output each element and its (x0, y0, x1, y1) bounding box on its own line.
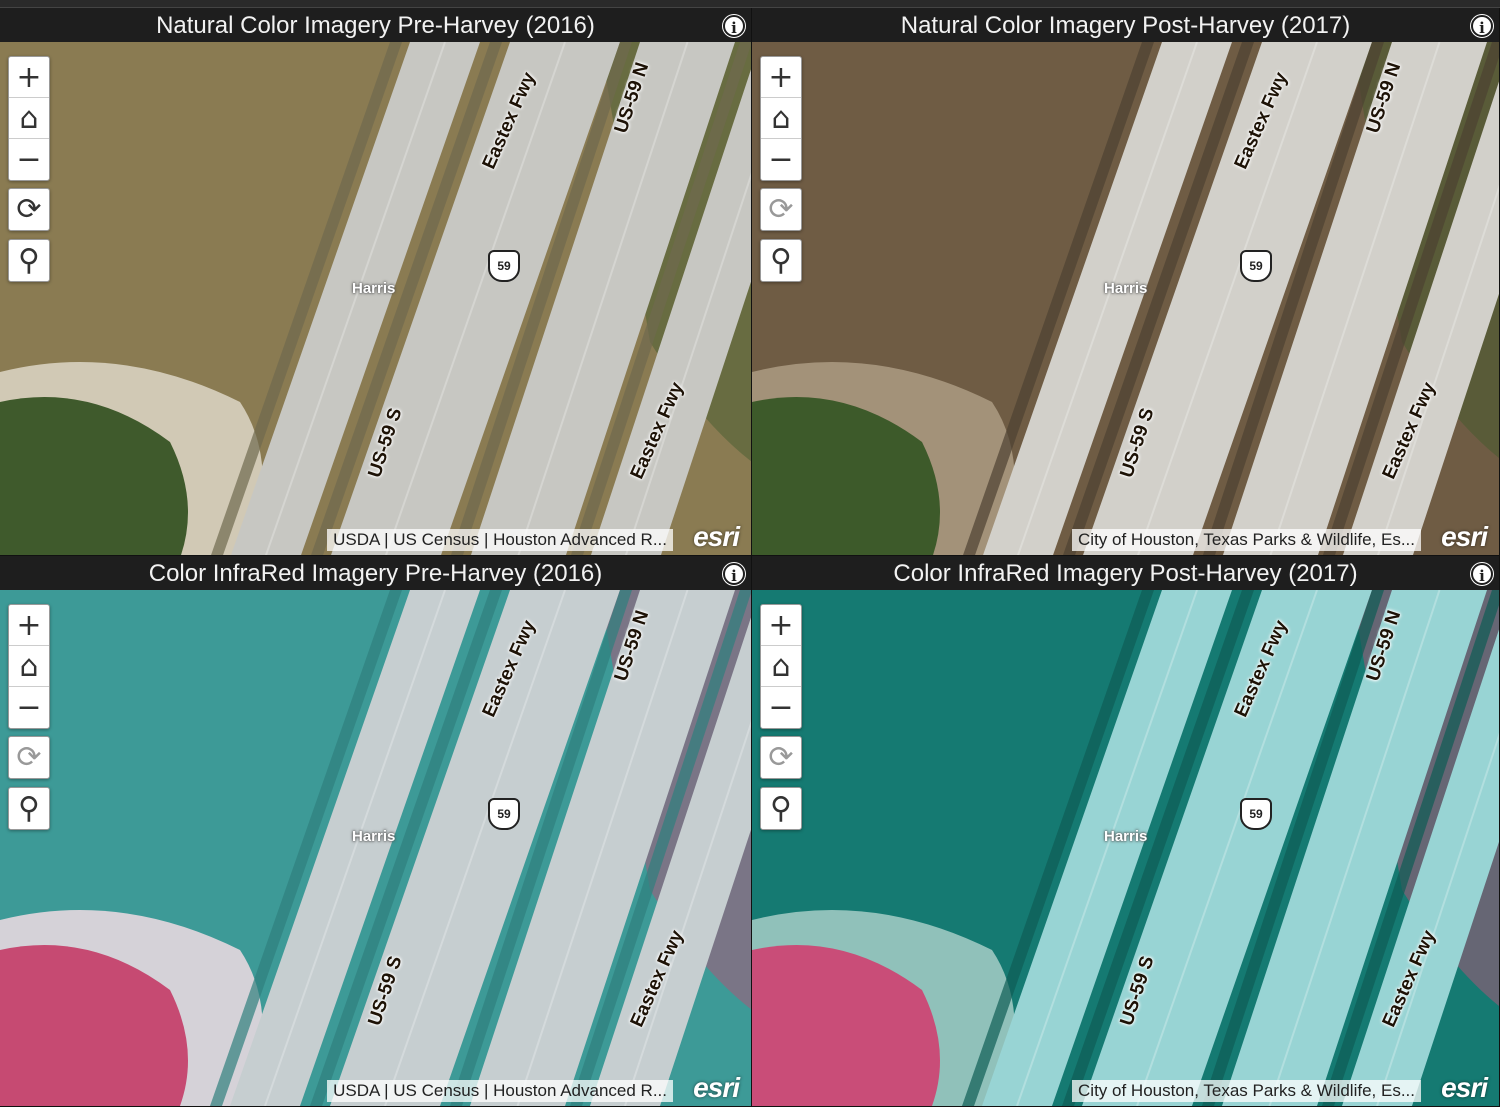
info-icon[interactable]: i (1471, 563, 1493, 585)
route-shield-59: 59 (1240, 798, 1272, 830)
search-button[interactable]: ⚲ (9, 240, 49, 281)
home-button[interactable]: ⌂ (761, 646, 801, 687)
zoom-out-button[interactable]: − (761, 687, 801, 728)
esri-logo[interactable]: esri (693, 521, 740, 553)
search-button[interactable]: ⚲ (761, 240, 801, 281)
search-control: ⚲ (8, 787, 50, 830)
refresh-button[interactable]: ⟳ (761, 737, 801, 778)
map-pane: Color InfraRed Imagery Pre-Harvey (2016)… (0, 556, 752, 1107)
info-icon[interactable]: i (723, 15, 745, 37)
map-comparison-grid: Natural Color Imagery Pre-Harvey (2016) … (0, 8, 1500, 1107)
search-button[interactable]: ⚲ (761, 788, 801, 829)
info-icon[interactable]: i (723, 563, 745, 585)
map-attribution[interactable]: USDA | US Census | Houston Advanced R... (327, 1080, 673, 1102)
map-view[interactable]: Harris 59 Eastex Fwy US-59 N US-59 S Eas… (0, 590, 751, 1106)
search-control: ⚲ (760, 787, 802, 830)
map-title: Color InfraRed Imagery Post-Harvey (2017… (893, 560, 1358, 587)
esri-logo[interactable]: esri (1441, 521, 1488, 553)
map-title-bar: Natural Color Imagery Post-Harvey (2017)… (752, 8, 1499, 42)
place-label-harris: Harris (1104, 828, 1148, 845)
refresh-button[interactable]: ⟳ (9, 737, 49, 778)
map-pane: Natural Color Imagery Pre-Harvey (2016) … (0, 8, 752, 556)
info-icon[interactable]: i (1471, 15, 1493, 37)
home-button[interactable]: ⌂ (9, 98, 49, 139)
place-label-harris: Harris (1104, 280, 1148, 297)
map-title: Color InfraRed Imagery Pre-Harvey (2016) (148, 560, 603, 587)
refresh-control: ⟳ (8, 736, 50, 779)
browser-tab-strip (0, 0, 1500, 8)
zoom-in-button[interactable]: + (761, 57, 801, 98)
refresh-button[interactable]: ⟳ (9, 189, 49, 230)
map-title-bar: Color InfraRed Imagery Post-Harvey (2017… (752, 556, 1499, 590)
map-attribution[interactable]: City of Houston, Texas Parks & Wildlife,… (1072, 1080, 1421, 1102)
zoom-controls: + ⌂ − (760, 56, 802, 181)
map-pane: Color InfraRed Imagery Post-Harvey (2017… (752, 556, 1500, 1107)
zoom-in-button[interactable]: + (761, 605, 801, 646)
refresh-control: ⟳ (8, 188, 50, 231)
zoom-out-button[interactable]: − (761, 139, 801, 180)
zoom-controls: + ⌂ − (8, 56, 50, 181)
route-shield-59: 59 (488, 250, 520, 282)
esri-logo[interactable]: esri (693, 1072, 740, 1104)
map-title-bar: Color InfraRed Imagery Pre-Harvey (2016)… (0, 556, 751, 590)
map-pane: Natural Color Imagery Post-Harvey (2017)… (752, 8, 1500, 556)
map-view[interactable]: Harris 59 Eastex Fwy US-59 N US-59 S Eas… (752, 42, 1499, 555)
zoom-controls: + ⌂ − (760, 604, 802, 729)
aerial-imagery[interactable] (0, 590, 751, 1106)
zoom-in-button[interactable]: + (9, 57, 49, 98)
map-view[interactable]: Harris 59 Eastex Fwy US-59 N US-59 S Eas… (0, 42, 751, 555)
zoom-out-button[interactable]: − (9, 139, 49, 180)
place-label-harris: Harris (352, 828, 396, 845)
map-title-bar: Natural Color Imagery Pre-Harvey (2016) … (0, 8, 751, 42)
search-control: ⚲ (8, 239, 50, 282)
refresh-control: ⟳ (760, 736, 802, 779)
map-title: Natural Color Imagery Pre-Harvey (2016) (156, 12, 595, 39)
zoom-out-button[interactable]: − (9, 687, 49, 728)
route-shield-59: 59 (488, 798, 520, 830)
map-title: Natural Color Imagery Post-Harvey (2017) (900, 12, 1351, 39)
refresh-control: ⟳ (760, 188, 802, 231)
zoom-in-button[interactable]: + (9, 605, 49, 646)
place-label-harris: Harris (352, 280, 396, 297)
home-button[interactable]: ⌂ (9, 646, 49, 687)
map-attribution[interactable]: City of Houston, Texas Parks & Wildlife,… (1072, 529, 1421, 551)
search-button[interactable]: ⚲ (9, 788, 49, 829)
home-button[interactable]: ⌂ (761, 98, 801, 139)
zoom-controls: + ⌂ − (8, 604, 50, 729)
search-control: ⚲ (760, 239, 802, 282)
map-view[interactable]: Harris 59 Eastex Fwy US-59 N US-59 S Eas… (752, 590, 1499, 1106)
map-attribution[interactable]: USDA | US Census | Houston Advanced R... (327, 529, 673, 551)
route-shield-59: 59 (1240, 250, 1272, 282)
esri-logo[interactable]: esri (1441, 1072, 1488, 1104)
refresh-button[interactable]: ⟳ (761, 189, 801, 230)
